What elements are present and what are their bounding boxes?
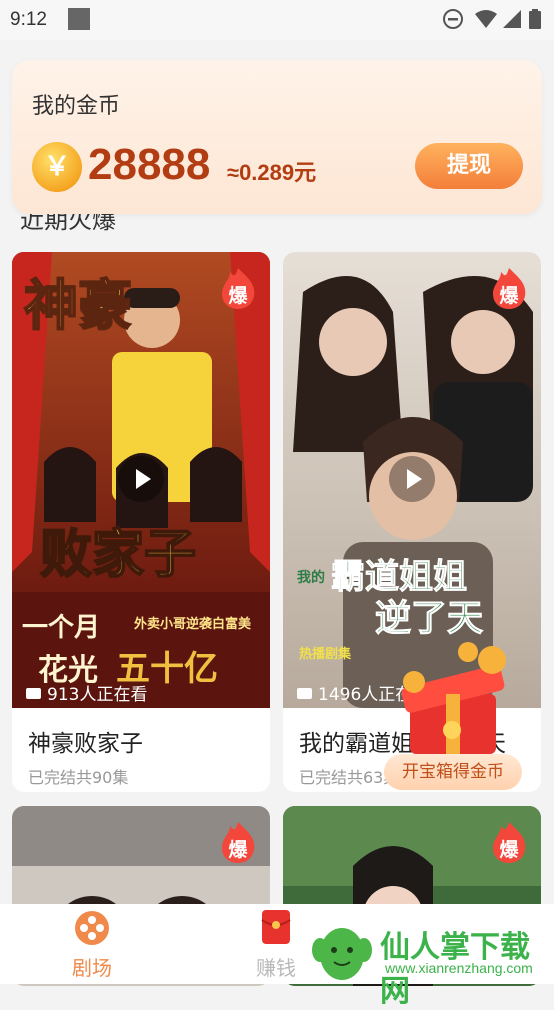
video-icon	[297, 688, 312, 699]
poster-tagline: 热播剧集	[299, 646, 352, 662]
hot-badge-icon: 爆	[222, 268, 255, 309]
treasure-chest-button[interactable]: 开宝箱得金币	[384, 754, 522, 790]
signal-icon	[503, 10, 521, 28]
my-coins-panel: 我的金币 ￥ 28888 ≈0.289元 提现	[12, 60, 542, 214]
red-envelope-icon	[261, 910, 291, 944]
video-icon	[26, 688, 41, 699]
coin-amount: 28888	[88, 140, 211, 189]
hot-badge-icon: 爆	[493, 268, 526, 309]
svg-text:爆: 爆	[228, 285, 248, 307]
play-icon[interactable]	[389, 456, 435, 502]
svg-text:爆: 爆	[499, 839, 519, 861]
tab-theater[interactable]: 剧场	[32, 904, 152, 984]
withdraw-button[interactable]: 提现	[415, 143, 523, 189]
svg-text:爆: 爆	[499, 285, 519, 307]
film-reel-icon	[75, 911, 109, 945]
dnd-icon	[443, 9, 463, 29]
viewer-count: 913人正在看	[26, 680, 147, 705]
coin-icon: ￥	[32, 142, 82, 192]
coins-title: 我的金币	[32, 94, 121, 119]
tab-label: 剧场	[72, 956, 112, 980]
notification-icon	[68, 8, 90, 30]
poster-title-top: 神豪	[24, 273, 132, 337]
battery-icon	[529, 9, 541, 29]
coin-rate: ≈0.289元	[227, 160, 317, 185]
poster-tagline: 外卖小哥逆袭白富美	[133, 616, 252, 632]
drama-card[interactable]: 神豪 败家子 一个月 外卖小哥逆袭白富美 花光 五十亿 爆 913人正在看 神豪…	[12, 252, 270, 792]
play-icon[interactable]	[118, 456, 164, 502]
drama-title: 神豪败家子	[28, 731, 143, 757]
hot-badge-icon: 爆	[493, 822, 526, 863]
poster-title-main: 败家子	[40, 524, 196, 585]
status-bar: 9:12	[0, 0, 554, 40]
cactus-logo-icon	[312, 928, 372, 980]
watermark-url: www.xianrenzhang.com	[385, 960, 533, 976]
hot-badge-icon: 爆	[222, 822, 255, 863]
poster-title-main: 霸道姐姐	[331, 557, 467, 597]
wifi-icon	[475, 10, 497, 28]
poster-line1: 一个月	[22, 613, 100, 643]
status-time: 9:12	[10, 9, 47, 30]
watermark: 仙人掌下载网 www.xianrenzhang.com	[300, 912, 554, 1009]
poster-prefix: 我的	[297, 569, 325, 586]
svg-text:爆: 爆	[228, 839, 248, 861]
drama-meta: 已完结共90集	[28, 768, 129, 787]
